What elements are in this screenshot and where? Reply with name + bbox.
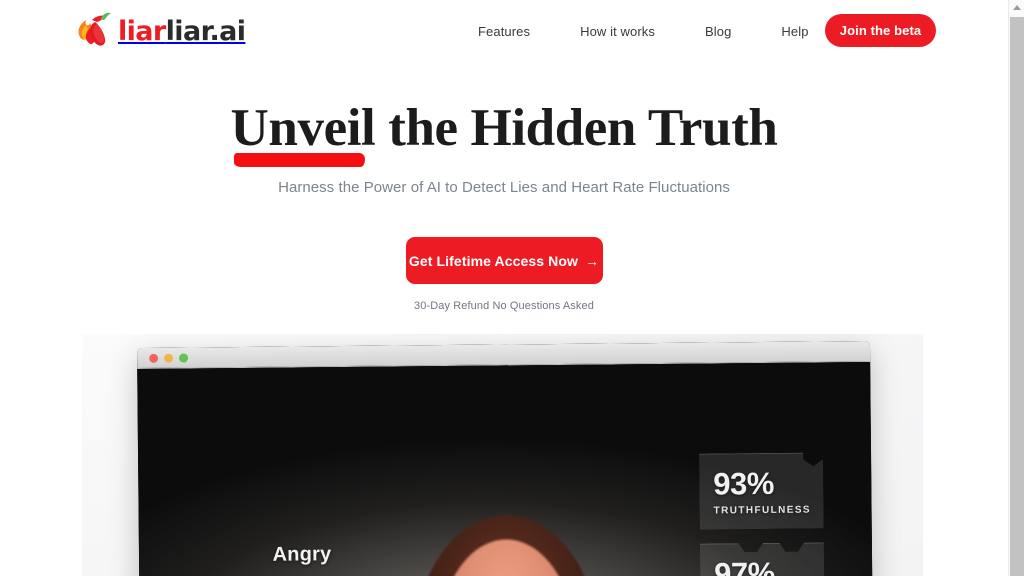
nav-item-help[interactable]: Help bbox=[756, 24, 833, 39]
page-root: liarliar.ai Features How it works Blog H… bbox=[0, 0, 1024, 576]
refund-note: 30-Day Refund No Questions Asked bbox=[414, 300, 594, 313]
headline-highlight-text: Unveil bbox=[230, 99, 376, 157]
site-logo[interactable]: liarliar.ai bbox=[74, 12, 246, 50]
nav-item-blog[interactable]: Blog bbox=[680, 24, 756, 39]
site-header: liarliar.ai Features How it works Blog H… bbox=[0, 0, 1008, 62]
nav-item-how-it-works[interactable]: How it works bbox=[555, 24, 680, 39]
truthfulness-label: TRUTHFULNESS bbox=[713, 504, 811, 517]
logo-text-dark: liar.ai bbox=[165, 15, 246, 47]
hero-section: Unveil the Hidden Truth Harness the Powe… bbox=[0, 62, 1008, 312]
scrollbar-thumb[interactable] bbox=[1010, 17, 1024, 576]
browser-viewport: liarliar.ai Features How it works Blog H… bbox=[0, 0, 1008, 576]
truthfulness-metric-card: 93% TRUTHFULNESS bbox=[699, 452, 824, 529]
logo-wordmark: liarliar.ai bbox=[118, 15, 246, 47]
logo-text-red: liar bbox=[118, 15, 166, 47]
product-showcase: Angry fear 93% bbox=[82, 334, 923, 576]
hero-subtitle: Harness the Power of AI to Detect Lies a… bbox=[278, 179, 730, 197]
emotion-label: Angry bbox=[272, 543, 332, 566]
video-feed: Angry fear 93% bbox=[137, 361, 873, 576]
red-underline-stroke bbox=[233, 153, 365, 168]
get-lifetime-access-button[interactable]: Get Lifetime Access Now → bbox=[405, 237, 603, 285]
headline-rest-text: the Hidden Truth bbox=[375, 99, 778, 157]
cta-label: Get Lifetime Access Now bbox=[408, 252, 578, 269]
nav-item-features[interactable]: Features bbox=[470, 24, 555, 39]
page-scrollbar[interactable] bbox=[1008, 0, 1024, 576]
chili-flame-icon bbox=[74, 12, 116, 50]
headline-highlight-wrap: Unveil bbox=[230, 99, 376, 168]
window-close-icon[interactable] bbox=[149, 353, 159, 363]
heart-rate-metric-card: 97% bbox=[700, 542, 825, 576]
window-zoom-icon[interactable] bbox=[179, 353, 189, 363]
page-title: Unveil the Hidden Truth bbox=[0, 62, 1008, 168]
headline-wrapper: Unveil the Hidden Truth bbox=[0, 62, 1008, 168]
window-minimize-icon[interactable] bbox=[164, 353, 174, 363]
scroll-up-icon[interactable] bbox=[1009, 0, 1024, 15]
app-window-mockup: Angry fear 93% bbox=[137, 340, 873, 576]
hero-cta-wrapper: Get Lifetime Access Now → bbox=[0, 237, 1008, 285]
emotion-overlay: Angry fear bbox=[237, 543, 368, 576]
join-beta-button[interactable]: Join the beta bbox=[825, 14, 936, 47]
arrow-right-icon: → bbox=[584, 252, 600, 269]
chevron-up-icon bbox=[1012, 5, 1021, 10]
truthfulness-value: 93% bbox=[713, 465, 775, 502]
heart-rate-value: 97% bbox=[714, 555, 775, 576]
